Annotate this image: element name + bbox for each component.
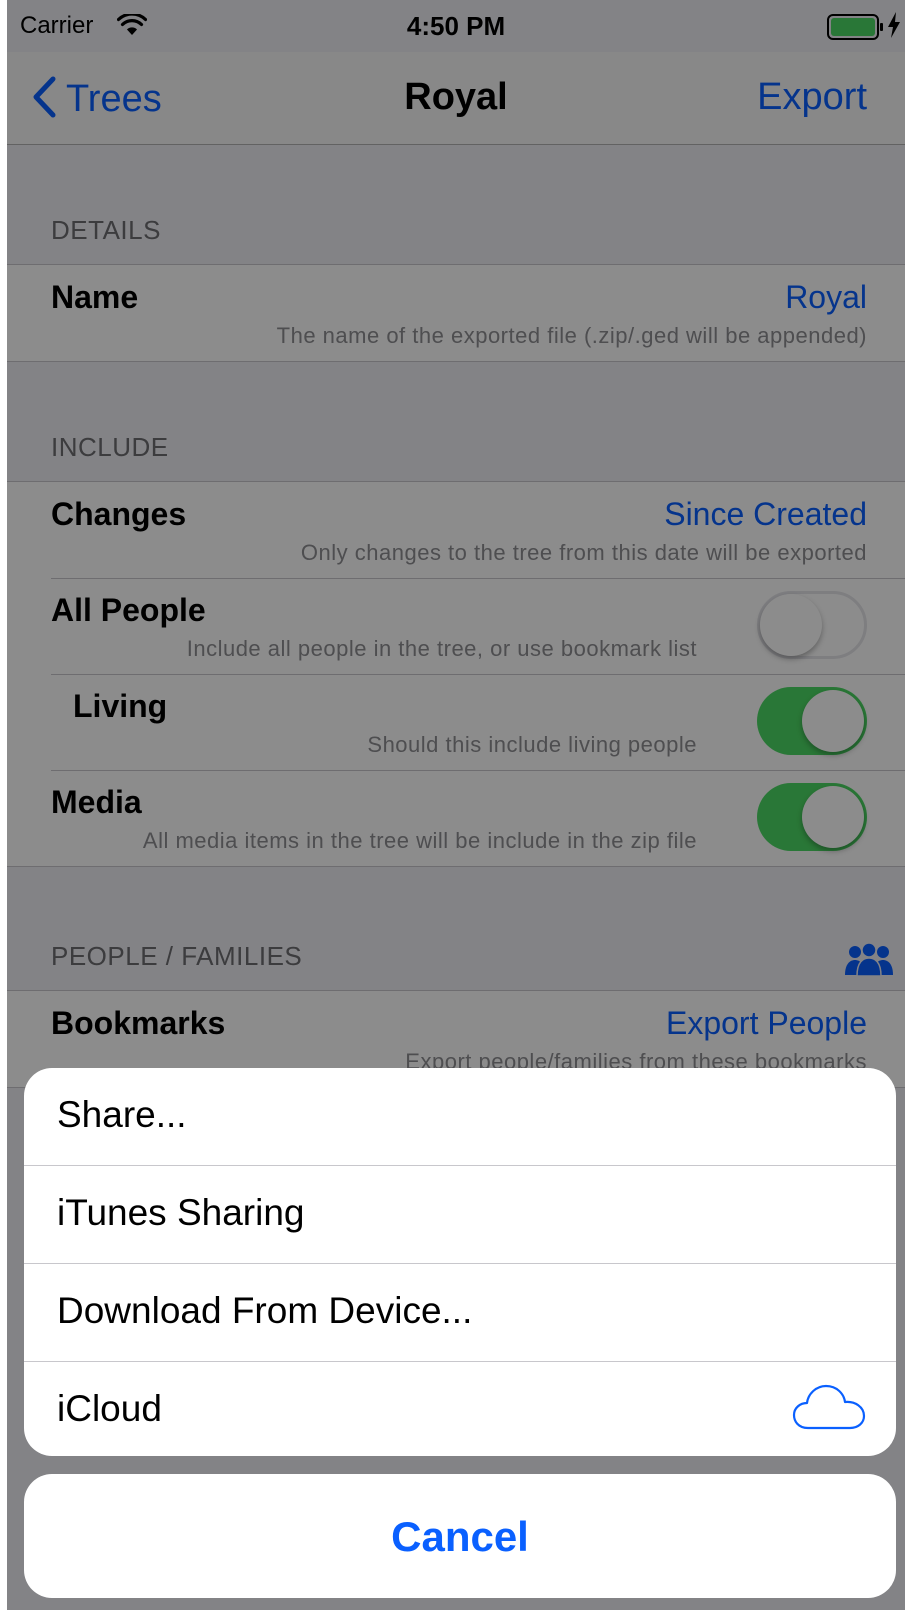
action-label: Download From Device... xyxy=(57,1290,473,1331)
action-sheet: Share... iTunes Sharing Download From De… xyxy=(24,1068,896,1456)
cloud-icon xyxy=(792,1382,866,1437)
cancel-button[interactable]: Cancel xyxy=(24,1474,896,1598)
cancel-button-label: Cancel xyxy=(391,1513,529,1560)
action-icloud[interactable]: iCloud xyxy=(24,1362,896,1456)
action-label: iTunes Sharing xyxy=(57,1192,305,1233)
action-label: Share... xyxy=(57,1094,187,1135)
screen: Carrier 4:50 PM Trees Royal Export DETAI… xyxy=(7,0,905,1610)
action-share[interactable]: Share... xyxy=(24,1068,896,1166)
action-label: iCloud xyxy=(57,1388,162,1429)
action-download-from-device[interactable]: Download From Device... xyxy=(24,1264,896,1362)
action-itunes-sharing[interactable]: iTunes Sharing xyxy=(24,1166,896,1264)
